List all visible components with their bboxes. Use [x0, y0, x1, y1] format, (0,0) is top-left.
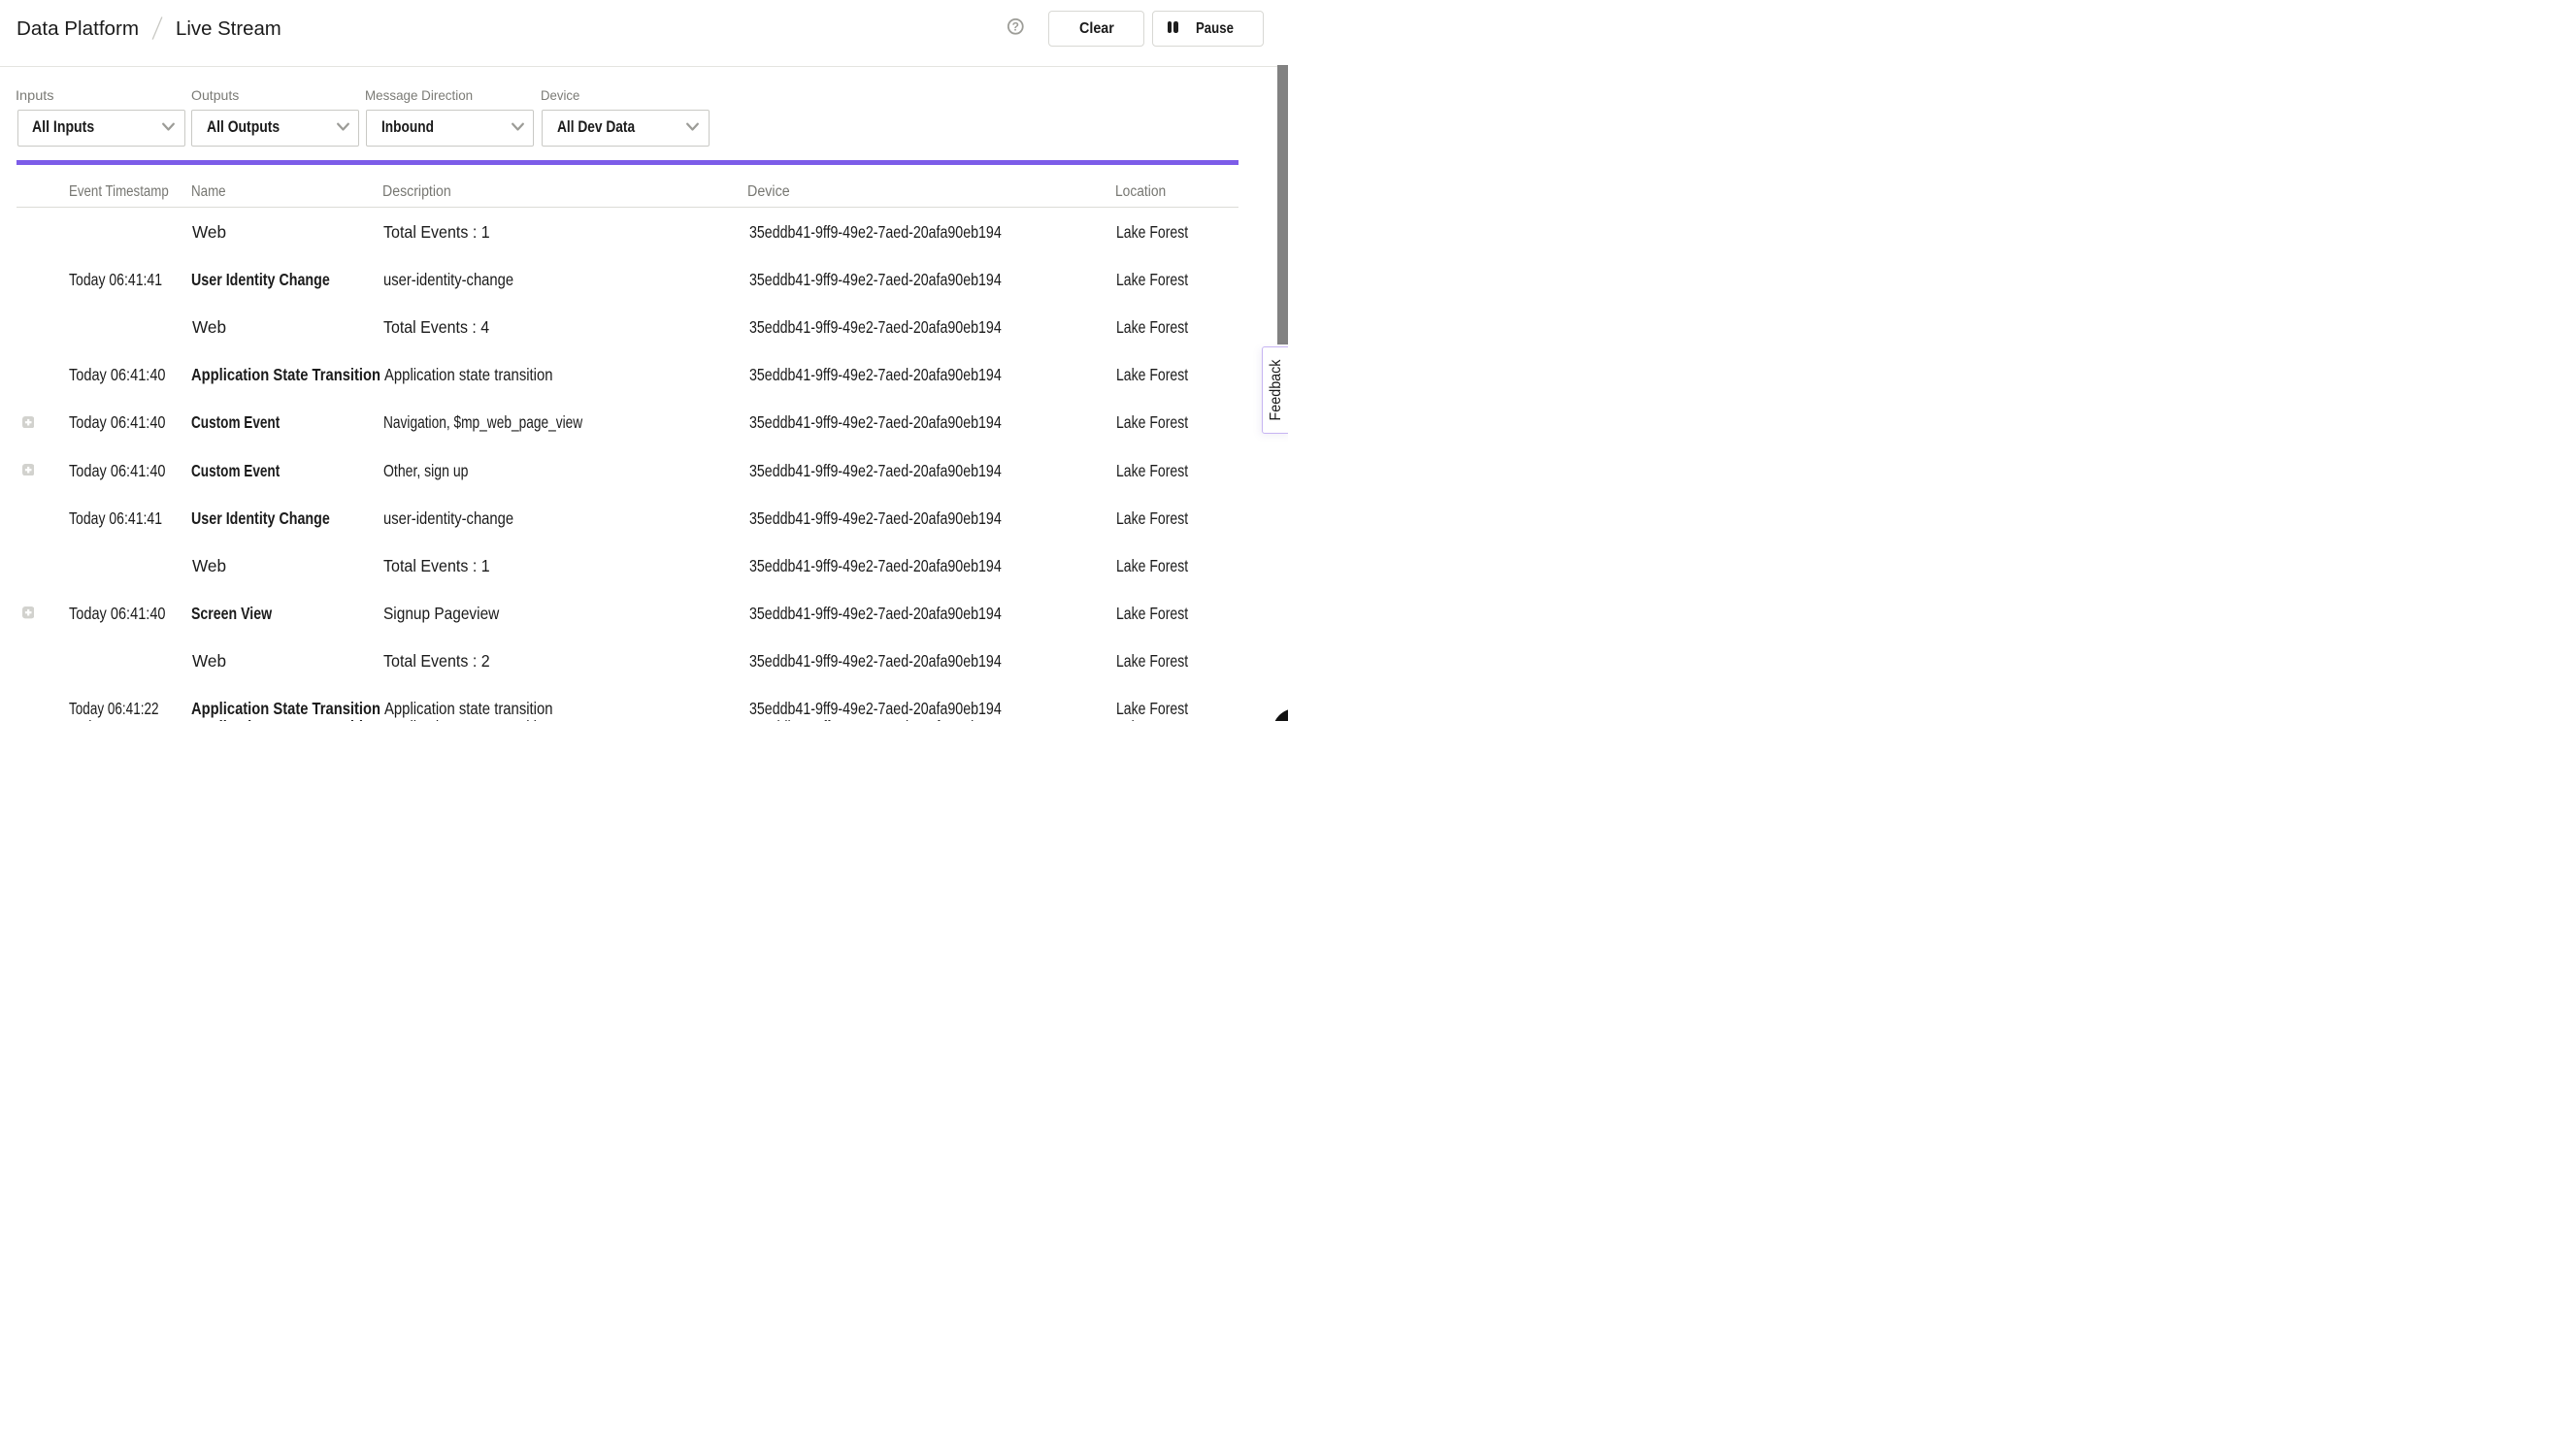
svg-text:?: ?	[1012, 20, 1019, 34]
